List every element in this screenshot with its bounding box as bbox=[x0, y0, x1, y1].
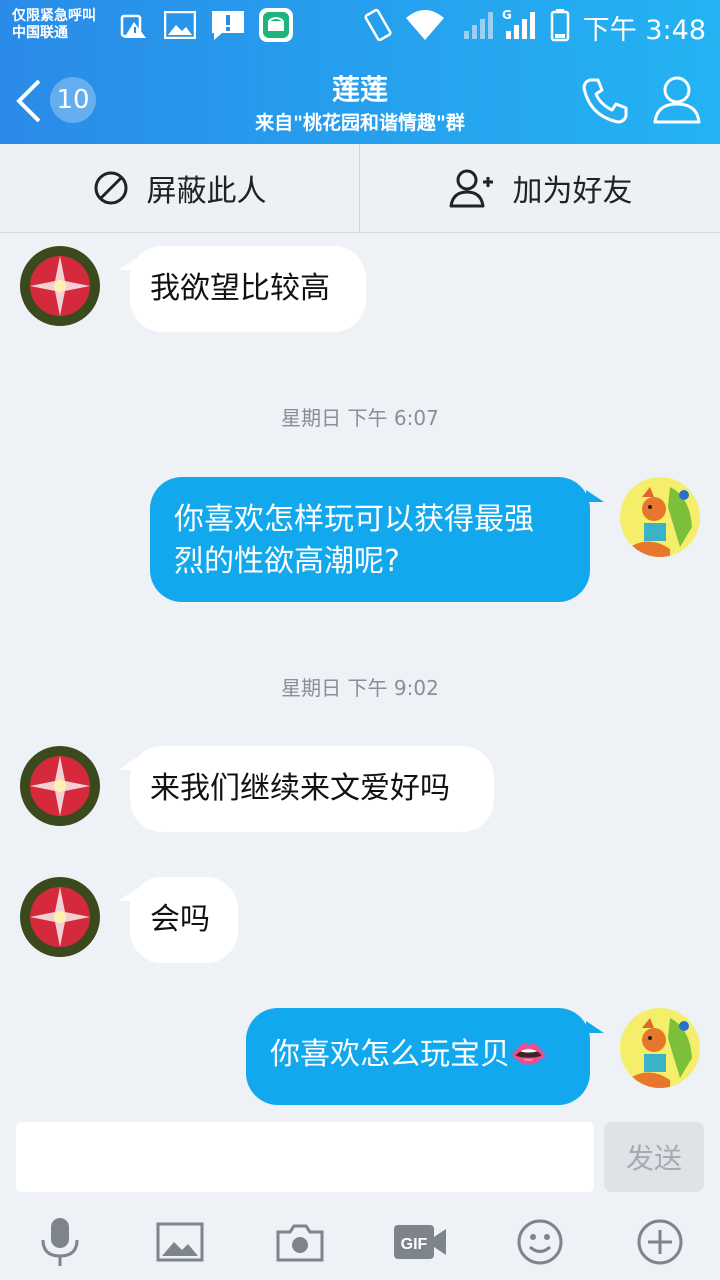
phone-icon bbox=[582, 78, 628, 124]
microphone-icon bbox=[41, 1218, 79, 1266]
signal-sim1-icon bbox=[462, 9, 498, 41]
emoji-button[interactable] bbox=[510, 1212, 570, 1272]
emoji-icon bbox=[517, 1219, 563, 1265]
phone-call-button[interactable] bbox=[580, 74, 632, 126]
camera-button[interactable] bbox=[270, 1212, 330, 1272]
message-text: 来我们继续来文爱好吗 bbox=[150, 771, 450, 806]
my-avatar[interactable] bbox=[620, 477, 700, 557]
signal-sim2-icon bbox=[504, 9, 540, 41]
contact-avatar[interactable] bbox=[20, 746, 100, 826]
message-bubble-outgoing[interactable]: 你喜欢怎样玩可以获得最强 烈的性欲高潮呢? bbox=[150, 477, 590, 602]
gif-button[interactable]: GIF bbox=[390, 1212, 450, 1272]
action-bar: 屏蔽此人 加为好友 bbox=[0, 144, 720, 233]
add-friend-label: 加为好友 bbox=[512, 174, 633, 209]
message-text-line-1: 你喜欢怎样玩可以获得最强 bbox=[174, 502, 534, 537]
vibrate-icon bbox=[362, 8, 394, 42]
carrier-line-2: 中国联通 bbox=[12, 25, 68, 41]
profile-button[interactable] bbox=[652, 74, 702, 126]
send-button[interactable]: 发送 bbox=[604, 1122, 704, 1192]
battery-icon bbox=[550, 9, 570, 42]
message-timestamp: 星期日 下午 9:02 bbox=[281, 676, 439, 700]
contact-avatar[interactable] bbox=[20, 246, 100, 326]
message-bubble-incoming[interactable]: 来我们继续来文爱好吗 bbox=[130, 746, 494, 832]
message-timestamp: 星期日 下午 6:07 bbox=[281, 406, 439, 430]
gallery-notification-icon bbox=[164, 9, 196, 41]
gif-icon: GIF bbox=[394, 1225, 446, 1259]
message-alert-icon bbox=[210, 9, 246, 41]
message-bubble-outgoing[interactable]: 你喜欢怎么玩宝贝👄 bbox=[246, 1008, 590, 1105]
message-text-line-2: 烈的性欲高潮呢? bbox=[174, 544, 400, 579]
photo-button[interactable] bbox=[150, 1212, 210, 1272]
block-user-button[interactable]: 屏蔽此人 bbox=[0, 144, 359, 232]
add-friend-icon bbox=[449, 169, 493, 208]
add-friend-button[interactable]: 加为好友 bbox=[361, 144, 720, 232]
chat-header: 10 莲莲 来自"桃花园和谐情趣"群 bbox=[0, 50, 720, 144]
storage-warning-icon bbox=[118, 9, 148, 41]
image-icon bbox=[156, 1222, 204, 1262]
person-icon bbox=[653, 76, 701, 124]
message-text: 会吗 bbox=[150, 902, 210, 937]
status-time: 下午 3:48 bbox=[582, 15, 706, 46]
lips-emoji-icon: 👄 bbox=[510, 1037, 548, 1072]
carrier-line-1: 仅限紧急呼叫 bbox=[12, 8, 96, 24]
message-text: 你喜欢怎么玩宝贝 bbox=[270, 1037, 510, 1072]
more-button[interactable] bbox=[630, 1212, 690, 1272]
voice-button[interactable] bbox=[30, 1212, 90, 1272]
camera-icon bbox=[276, 1224, 324, 1262]
action-divider bbox=[359, 144, 360, 232]
status-bar: 仅限紧急呼叫 中国联通 G 下午 3:48 bbox=[0, 0, 720, 50]
contact-avatar[interactable] bbox=[20, 877, 100, 957]
block-icon bbox=[94, 171, 127, 205]
message-bubble-incoming[interactable]: 我欲望比较高 bbox=[130, 246, 366, 332]
block-user-label: 屏蔽此人 bbox=[146, 174, 267, 209]
my-avatar[interactable] bbox=[620, 1008, 700, 1088]
plus-icon bbox=[637, 1219, 683, 1265]
message-input[interactable] bbox=[16, 1122, 594, 1192]
carrier-info: 仅限紧急呼叫 中国联通 bbox=[12, 8, 96, 42]
svg-text:GIF: GIF bbox=[401, 1236, 428, 1253]
wifi-icon bbox=[404, 9, 446, 41]
app-store-icon bbox=[258, 8, 294, 42]
message-text: 我欲望比较高 bbox=[150, 271, 330, 306]
message-bubble-incoming[interactable]: 会吗 bbox=[130, 877, 238, 963]
